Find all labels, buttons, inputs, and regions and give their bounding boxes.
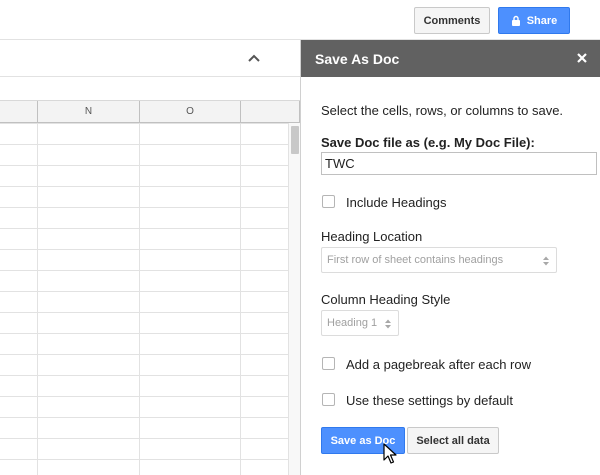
column-header-n[interactable]: N xyxy=(38,101,140,123)
column-heading-style-select[interactable]: Heading 1 xyxy=(321,310,399,336)
default-settings-label: Use these settings by default xyxy=(346,393,513,408)
panel-header: Save As Doc xyxy=(301,40,600,77)
filename-label: Save Doc file as (e.g. My Doc File): xyxy=(321,135,535,150)
column-heading-style-label: Column Heading Style xyxy=(321,292,451,307)
chevron-up-icon[interactable] xyxy=(246,52,262,64)
column-header[interactable] xyxy=(0,101,38,123)
include-headings-checkbox[interactable] xyxy=(322,195,335,208)
lock-icon xyxy=(511,15,520,26)
select-all-data-button[interactable]: Select all data xyxy=(407,427,499,454)
save-as-doc-panel: Save As Doc Select the cells, rows, or c… xyxy=(300,40,600,475)
pagebreak-checkbox[interactable] xyxy=(322,357,335,370)
share-button[interactable]: Share xyxy=(498,7,570,34)
formula-bar xyxy=(0,40,300,77)
column-header-o[interactable]: O xyxy=(140,101,241,123)
sheet-toolbar-row xyxy=(0,77,300,101)
comments-button[interactable]: Comments xyxy=(414,7,490,34)
default-settings-checkbox[interactable] xyxy=(322,393,335,406)
vertical-scrollbar[interactable] xyxy=(288,123,300,475)
select-arrows-icon xyxy=(385,319,391,329)
intro-text: Select the cells, rows, or columns to sa… xyxy=(321,103,564,118)
top-bar: Comments Share xyxy=(0,0,600,40)
spreadsheet-area: N O xyxy=(0,40,300,475)
mouse-pointer-icon xyxy=(383,443,397,464)
heading-location-select[interactable]: First row of sheet contains headings xyxy=(321,247,557,273)
heading-location-value: First row of sheet contains headings xyxy=(327,254,504,266)
pagebreak-label: Add a pagebreak after each row xyxy=(346,357,532,372)
scrollbar-thumb[interactable] xyxy=(291,126,299,154)
include-headings-label: Include Headings xyxy=(346,195,447,210)
cell-grid[interactable] xyxy=(0,123,290,475)
select-arrows-icon xyxy=(543,256,549,266)
close-icon[interactable] xyxy=(575,51,589,65)
column-heading-style-value: Heading 1 xyxy=(327,317,378,329)
heading-location-label: Heading Location xyxy=(321,229,423,244)
share-label: Share xyxy=(526,14,558,27)
column-header[interactable] xyxy=(241,101,300,123)
panel-title: Save As Doc xyxy=(315,51,400,67)
filename-input[interactable]: TWC xyxy=(321,152,597,175)
